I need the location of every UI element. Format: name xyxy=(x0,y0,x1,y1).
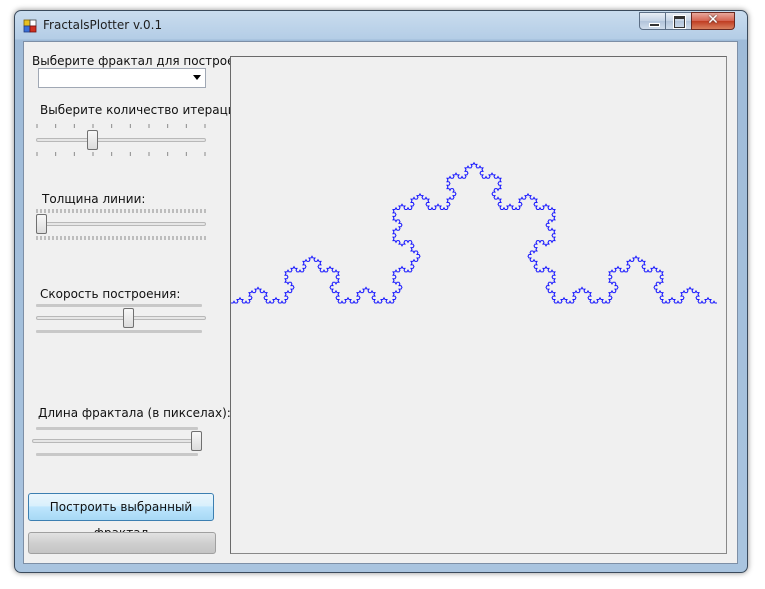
thickness-thumb[interactable] xyxy=(36,214,47,234)
iterations-label: Выберите количество итераций: xyxy=(40,103,248,117)
length-guide-top xyxy=(36,427,198,430)
close-icon: ✕ xyxy=(707,12,719,28)
speed-guide-top xyxy=(36,304,202,307)
speed-label: Скорость построения: xyxy=(40,287,181,301)
minimize-button[interactable] xyxy=(639,12,666,30)
speed-track xyxy=(36,316,206,320)
fractal-drawing xyxy=(231,161,717,304)
fractal-select[interactable] xyxy=(38,68,206,88)
speed-thumb[interactable] xyxy=(123,308,135,328)
length-trackbar[interactable] xyxy=(28,427,210,465)
koch-curve-line xyxy=(231,161,717,304)
iterations-track xyxy=(36,138,206,142)
thickness-track xyxy=(36,222,206,226)
thickness-label: Толщина линии: xyxy=(42,192,146,206)
speed-trackbar[interactable] xyxy=(32,304,210,342)
maximize-button[interactable] xyxy=(665,12,692,30)
thickness-trackbar[interactable] xyxy=(32,209,210,247)
iterations-trackbar[interactable] xyxy=(32,124,210,162)
length-track xyxy=(32,439,202,443)
thickness-ticks-bottom xyxy=(36,236,206,240)
iterations-ticks-top xyxy=(36,124,206,128)
iterations-ticks-bottom xyxy=(36,152,206,156)
length-label: Длина фрактала (в пикселах): xyxy=(38,406,231,420)
maximize-icon xyxy=(674,16,685,28)
build-fractal-button[interactable]: Построить выбранный фрактал xyxy=(28,493,214,540)
window-title: FractalsPlotter v.0.1 xyxy=(43,18,163,32)
chevron-down-icon[interactable] xyxy=(193,75,201,80)
client-area: Выберите фрактал для построения Выберите… xyxy=(23,41,738,564)
thickness-ticks-top xyxy=(36,209,206,213)
fractal-select-label: Выберите фрактал для построения xyxy=(32,54,258,68)
app-icon xyxy=(23,19,37,33)
app-window: FractalsPlotter v.0.1 ✕ Выберите фрактал… xyxy=(14,10,748,573)
speed-guide-bottom xyxy=(36,330,202,333)
build-progress-bar xyxy=(28,532,216,554)
length-thumb[interactable] xyxy=(191,431,202,451)
minimize-icon xyxy=(649,23,660,27)
fractal-canvas[interactable] xyxy=(230,56,727,554)
close-button[interactable]: ✕ xyxy=(691,12,735,30)
title-bar[interactable]: FractalsPlotter v.0.1 ✕ xyxy=(15,11,747,41)
length-guide-bottom xyxy=(36,453,198,456)
iterations-thumb[interactable] xyxy=(86,130,98,150)
